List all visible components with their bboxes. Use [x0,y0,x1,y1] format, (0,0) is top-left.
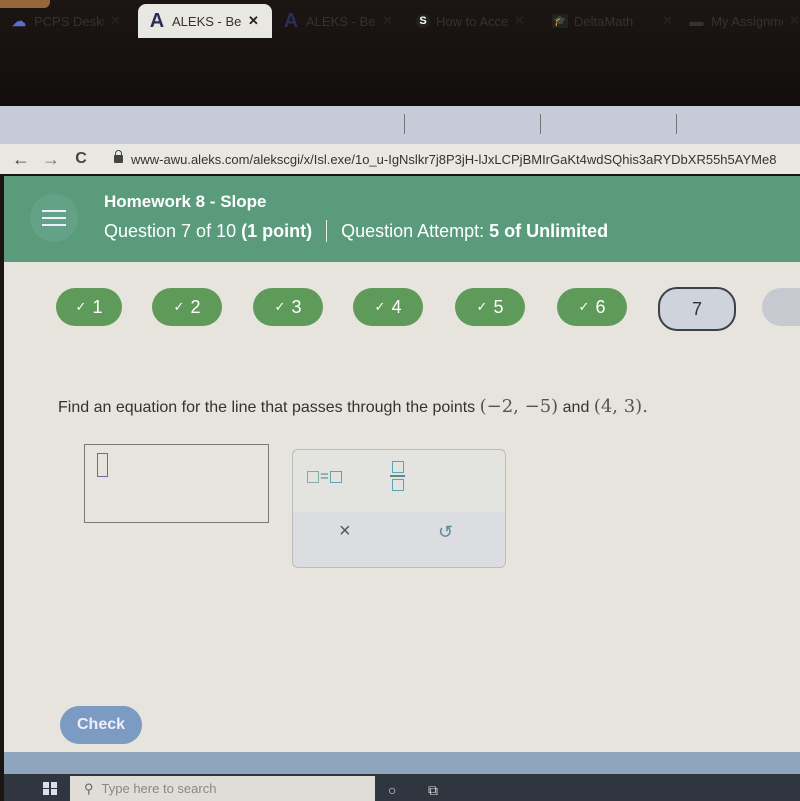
fraction-button[interactable] [390,461,405,491]
hamburger-icon-line [42,210,66,212]
fraction-bar [390,475,405,477]
graduation-cap-icon: 🎓 [552,14,568,28]
tab-label: My Assignme [711,13,784,29]
back-button[interactable]: ← [6,149,36,170]
tab-label: How to Access [436,13,508,29]
question-nav-number: 5 [493,296,504,317]
tab-deltamath[interactable]: 🎓 DeltaMath ✕ [542,4,676,38]
box-icon [329,470,342,483]
cortana-icon[interactable]: ○ [388,782,396,798]
point-2: (4, 3) [593,396,643,417]
search-icon: ⚲ [84,780,94,796]
check-icon: ✓ [578,299,590,314]
reload-button[interactable]: C [66,150,96,168]
s-circle-icon: S [416,14,430,28]
math-palette: = × ↺ [292,449,506,568]
tab-separator [404,114,405,134]
cloud-icon: ☁ [12,12,26,29]
question-nav-number: 2 [190,296,201,317]
attempt-label: Question Attempt: [341,220,485,241]
task-view-icon[interactable]: ⧉ [428,782,438,799]
assignment-title: Homework 8 - Slope [104,192,267,211]
problem-end: . [642,396,648,417]
point-1: (−2, −5) [479,396,559,417]
hamburger-icon-line [42,217,66,219]
close-tab-icon[interactable]: ✕ [514,13,525,29]
question-info: Question 7 of 10 (1 point) Question Atte… [104,220,608,242]
question-nav-number: 3 [291,296,302,317]
box-icon [307,470,319,483]
tab-label: DeltaMath [574,13,634,29]
question-nav-number: 1 [92,296,103,317]
question-nav-3[interactable]: ✓ 3 [253,288,323,326]
clear-button[interactable]: × [339,520,351,543]
check-icon: ✓ [476,299,488,314]
equals-sign: = [320,468,329,485]
tab-how-to-access[interactable]: S How to Access ✕ [406,4,540,38]
tab-separator [676,114,677,134]
tab-my-assignments[interactable]: ▬ My Assignme ✕ [678,4,800,38]
lock-icon [114,150,123,163]
close-tab-icon[interactable]: ✕ [248,13,259,29]
question-nav-number: 6 [595,296,606,317]
question-nav-6[interactable]: ✓ 6 [557,288,627,326]
hamburger-icon-line [42,224,66,226]
address-bar: ← → C www-awu.aleks.com/alekscgi/x/Isl.e… [0,144,800,174]
url-field[interactable]: www-awu.aleks.com/alekscgi/x/Isl.exe/1o_… [131,152,776,167]
numerator-box-icon [391,461,404,473]
tab-label: PCPS Desktop [34,13,104,29]
question-nav-7-current[interactable]: 7 [658,287,736,331]
aleks-icon: A [149,9,165,32]
problem-statement: Find an equation for the line that passe… [58,396,648,417]
tab-aleks-active[interactable]: A ALEKS - Bechtel ✕ [138,4,272,38]
page-footer [0,752,800,774]
forward-button[interactable]: → [36,149,66,170]
tab-label: ALEKS - Bechtel [306,13,376,29]
close-tab-icon[interactable]: ✕ [110,13,121,29]
monitor-bezel-left [0,176,4,801]
close-tab-icon[interactable]: ✕ [789,13,800,29]
question-number: Question 7 of 10 [104,220,237,241]
question-nav-8[interactable] [762,288,800,326]
question-nav-5[interactable]: ✓ 5 [455,288,525,326]
check-icon: ✓ [374,299,386,314]
close-tab-icon[interactable]: ✕ [382,13,393,29]
question-points: (1 point) [241,220,313,241]
undo-button[interactable]: ↺ [438,522,453,543]
equation-template-button[interactable]: = [307,468,342,485]
menu-button[interactable] [30,194,78,242]
tab-pcps-desktop[interactable]: ☁ PCPS Desktop ✕ [0,4,138,38]
question-nav-number: 7 [691,298,702,319]
text-cursor-icon [97,453,108,477]
tab-separator [540,114,541,134]
close-tab-icon[interactable]: ✕ [662,13,673,29]
check-icon: ✓ [173,299,185,314]
search-placeholder: Type here to search [101,781,217,796]
question-nav-2[interactable]: ✓ 2 [152,288,222,326]
browser-tab-strip [0,106,800,144]
check-icon: ✓ [274,299,286,314]
check-button[interactable]: Check [60,706,142,744]
tab-aleks[interactable]: A ALEKS - Bechtel ✕ [272,4,404,38]
problem-text: Find an equation for the line that passe… [58,399,476,416]
attempt-value: 5 of Unlimited [489,220,609,241]
question-nav-number: 4 [391,296,402,317]
book-icon: ▬ [689,13,704,29]
windows-start-icon[interactable] [36,776,64,801]
check-icon: ✓ [75,299,87,314]
divider [326,220,328,242]
question-nav-1[interactable]: ✓ 1 [56,288,122,326]
denominator-box-icon [391,478,404,491]
question-nav-4[interactable]: ✓ 4 [353,288,423,326]
aleks-icon: A [283,9,299,32]
tab-label: ALEKS - Bechtel [172,13,242,29]
problem-connector: and [562,399,590,416]
assignment-header: Homework 8 - Slope Question 7 of 10 (1 p… [0,176,800,262]
answer-input[interactable] [84,444,269,523]
taskbar-search[interactable]: ⚲ Type here to search [70,776,375,801]
